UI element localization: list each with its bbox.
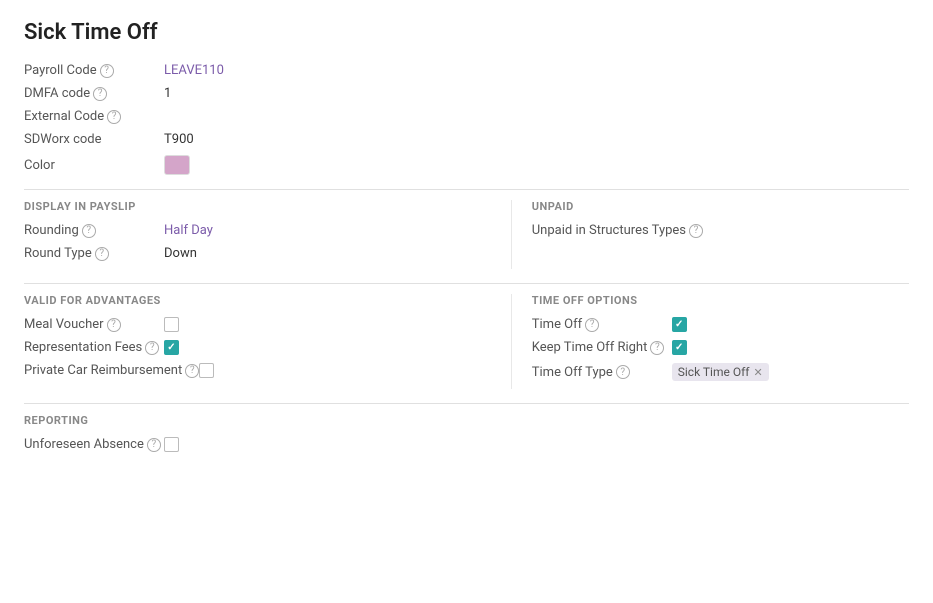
- dmfa-code-help-icon[interactable]: ?: [93, 87, 107, 101]
- time-off-row: Time Off ?: [532, 317, 909, 332]
- private-car-help-icon[interactable]: ?: [185, 364, 199, 378]
- private-car-label: Private Car Reimbursement ?: [24, 363, 199, 378]
- time-off-type-row: Time Off Type ? Sick Time Off ✕: [532, 363, 909, 381]
- payroll-code-help-icon[interactable]: ?: [100, 64, 114, 78]
- color-row: Color: [24, 155, 909, 175]
- round-type-row: Round Type ? Down: [24, 246, 491, 261]
- time-off-type-tag-label: Sick Time Off: [678, 365, 750, 379]
- time-off-options-col: TIME OFF OPTIONS Time Off ? Keep Time Of…: [511, 294, 909, 389]
- unpaid-structures-row: Unpaid in Structures Types ?: [532, 223, 909, 238]
- unforeseen-absence-row: Unforeseen Absence ?: [24, 437, 909, 452]
- reporting-section-title: REPORTING: [24, 414, 909, 427]
- keep-time-off-right-checkbox[interactable]: [672, 340, 687, 355]
- rounding-row: Rounding ? Half Day: [24, 223, 491, 238]
- unpaid-structures-label: Unpaid in Structures Types ?: [532, 223, 703, 238]
- dmfa-code-value: 1: [164, 86, 171, 101]
- private-car-checkbox[interactable]: [199, 363, 214, 378]
- representation-fees-label: Representation Fees ?: [24, 340, 164, 355]
- time-off-type-help-icon[interactable]: ?: [616, 365, 630, 379]
- unforeseen-absence-checkbox[interactable]: [164, 437, 179, 452]
- time-off-label: Time Off ?: [532, 317, 672, 332]
- reporting-section: REPORTING Unforeseen Absence ?: [24, 414, 909, 452]
- sdworx-code-row: SDWorx code T900: [24, 132, 909, 147]
- round-type-help-icon[interactable]: ?: [95, 247, 109, 261]
- external-code-row: External Code ?: [24, 109, 909, 124]
- representation-fees-row: Representation Fees ?: [24, 340, 491, 355]
- display-payslip-col: DISPLAY IN PAYSLIP Rounding ? Half Day R…: [24, 200, 511, 269]
- keep-time-off-right-help-icon[interactable]: ?: [650, 341, 664, 355]
- advantages-col: VALID FOR ADVANTAGES Meal Voucher ? Repr…: [24, 294, 511, 389]
- payroll-code-label: Payroll Code ?: [24, 63, 164, 78]
- advantages-section-title: VALID FOR ADVANTAGES: [24, 294, 491, 307]
- time-off-type-label: Time Off Type ?: [532, 365, 672, 380]
- time-off-checkbox[interactable]: [672, 317, 687, 332]
- unforeseen-absence-label: Unforeseen Absence ?: [24, 437, 164, 452]
- private-car-row: Private Car Reimbursement ?: [24, 363, 491, 378]
- sdworx-code-value: T900: [164, 132, 194, 147]
- meal-voucher-row: Meal Voucher ?: [24, 317, 491, 332]
- display-payslip-section-title: DISPLAY IN PAYSLIP: [24, 200, 491, 213]
- unpaid-col: UNPAID Unpaid in Structures Types ?: [511, 200, 909, 269]
- color-label: Color: [24, 158, 164, 173]
- dmfa-code-label: DMFA code ?: [24, 86, 164, 101]
- rounding-help-icon[interactable]: ?: [82, 224, 96, 238]
- keep-time-off-right-row: Keep Time Off Right ?: [532, 340, 909, 355]
- time-off-help-icon[interactable]: ?: [585, 318, 599, 332]
- representation-fees-help-icon[interactable]: ?: [145, 341, 159, 355]
- representation-fees-checkbox[interactable]: [164, 340, 179, 355]
- display-unpaid-section: DISPLAY IN PAYSLIP Rounding ? Half Day R…: [24, 200, 909, 269]
- payroll-code-value: LEAVE110: [164, 63, 224, 78]
- meal-voucher-checkbox[interactable]: [164, 317, 179, 332]
- unpaid-section-title: UNPAID: [532, 200, 909, 213]
- sdworx-code-label: SDWorx code: [24, 132, 164, 147]
- external-code-help-icon[interactable]: ?: [107, 110, 121, 124]
- time-off-options-section-title: TIME OFF OPTIONS: [532, 294, 909, 307]
- meal-voucher-label: Meal Voucher ?: [24, 317, 164, 332]
- round-type-label: Round Type ?: [24, 246, 164, 261]
- external-code-label: External Code ?: [24, 109, 164, 124]
- time-off-type-tag-close[interactable]: ✕: [753, 366, 762, 379]
- page-title: Sick Time Off: [24, 20, 909, 45]
- rounding-value: Half Day: [164, 223, 213, 238]
- color-swatch[interactable]: [164, 155, 190, 175]
- divider-advantages: [24, 283, 909, 284]
- round-type-value: Down: [164, 246, 197, 261]
- payroll-code-row: Payroll Code ? LEAVE110: [24, 63, 909, 78]
- meal-voucher-help-icon[interactable]: ?: [107, 318, 121, 332]
- unforeseen-absence-help-icon[interactable]: ?: [147, 438, 161, 452]
- dmfa-code-row: DMFA code ? 1: [24, 86, 909, 101]
- time-off-type-tag: Sick Time Off ✕: [672, 363, 769, 381]
- rounding-label: Rounding ?: [24, 223, 164, 238]
- unpaid-structures-help-icon[interactable]: ?: [689, 224, 703, 238]
- keep-time-off-right-label: Keep Time Off Right ?: [532, 340, 672, 355]
- advantages-timeoptions-section: VALID FOR ADVANTAGES Meal Voucher ? Repr…: [24, 294, 909, 389]
- divider-display: [24, 189, 909, 190]
- divider-reporting: [24, 403, 909, 404]
